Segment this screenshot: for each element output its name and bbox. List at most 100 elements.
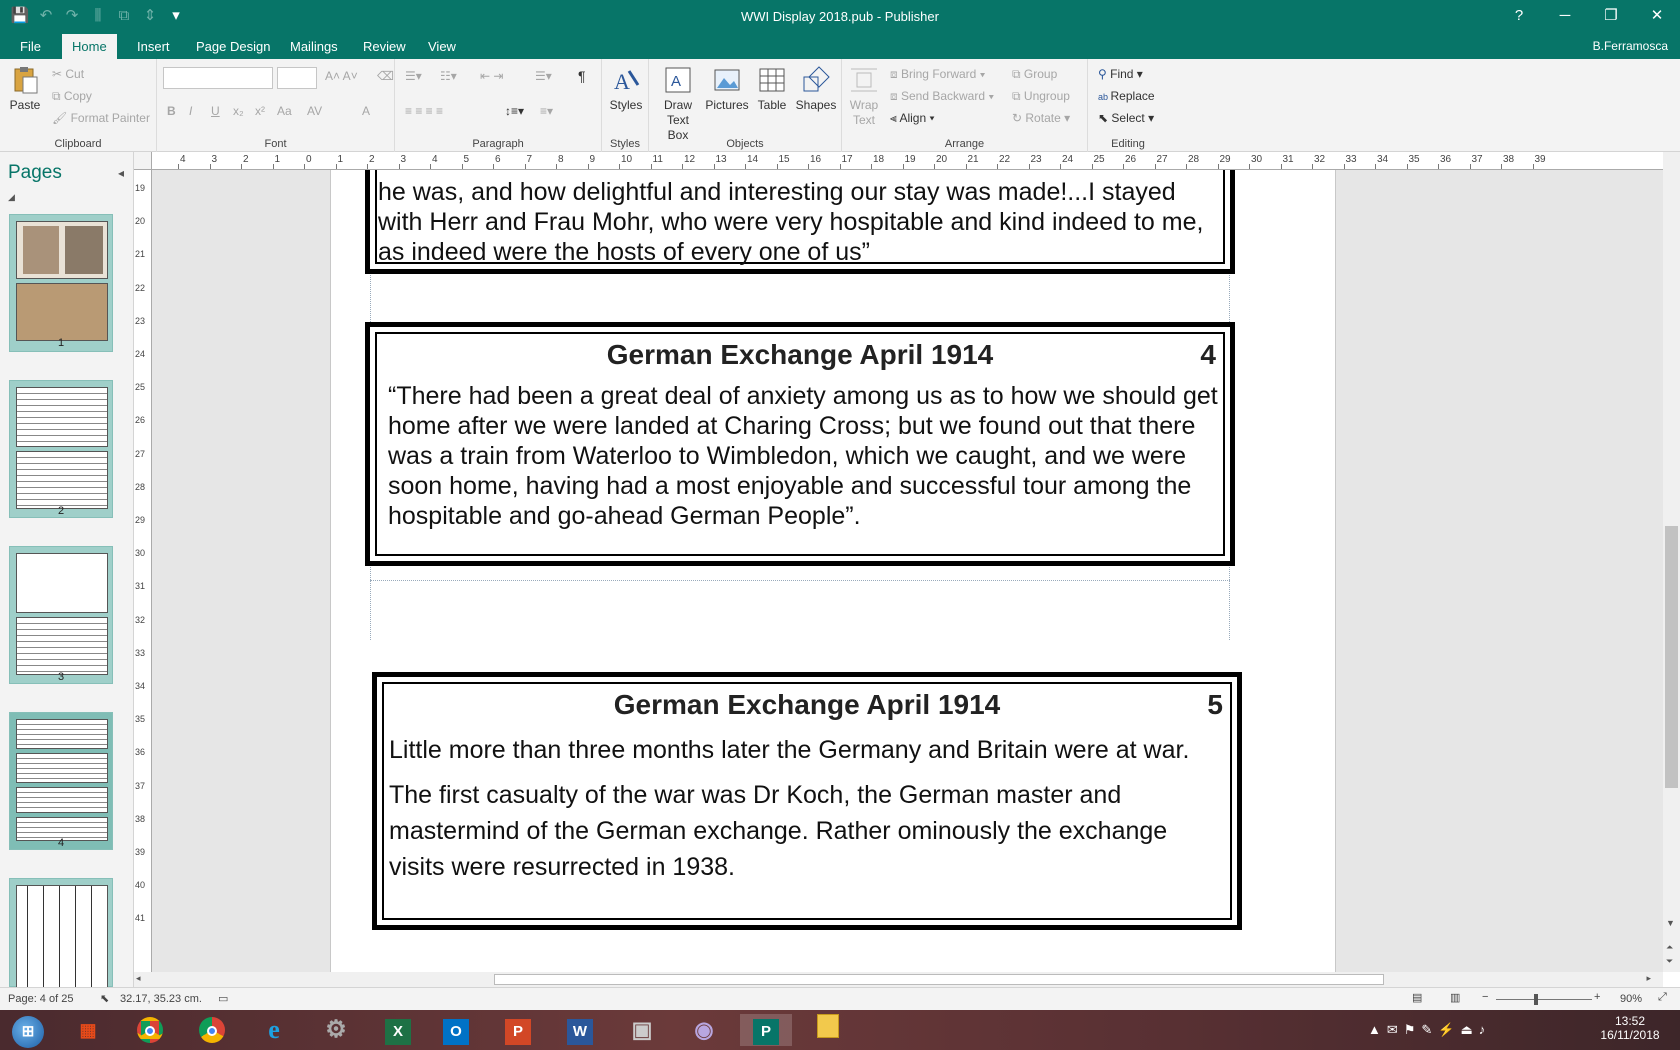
zoom-slider-thumb[interactable] (1534, 994, 1538, 1005)
indent-icon[interactable]: ⇤ ⇥ (480, 69, 503, 83)
italic-button[interactable]: I (189, 104, 192, 118)
character-spacing-button[interactable]: AV (307, 104, 322, 118)
chrome-icon[interactable] (124, 1014, 176, 1046)
user-name[interactable]: B.Ferramosca (1593, 39, 1668, 53)
horizontal-ruler[interactable]: 4 3 2 1 0 1 2 3 4 5 6 7 8 9 10 11 12 13 14 15 16 17 18 19 20 21 22… (152, 152, 1663, 170)
zoom-level[interactable]: 90% (1620, 993, 1642, 1005)
media-icon[interactable]: ◉ (678, 1014, 730, 1046)
page-thumbnail-selected[interactable]: 4 (9, 712, 113, 850)
page-thumbnail[interactable] (9, 878, 113, 988)
shapes-button[interactable]: Shapes (795, 65, 837, 113)
cut-button[interactable]: ✂ Cut (52, 67, 84, 81)
app-grid-icon[interactable]: ▦ (62, 1014, 114, 1046)
document-canvas[interactable]: he was, and how delightful and interesti… (152, 170, 1663, 972)
text-frame-4[interactable]: German Exchange April 1914 4 “There had … (365, 322, 1235, 566)
tab-mailings[interactable]: Mailings (280, 34, 348, 59)
scroll-down-icon[interactable]: ▼ (1666, 918, 1675, 928)
ruler-tick-label: 18 (873, 154, 885, 165)
select-button[interactable]: ⬉ Select ▾ (1098, 111, 1154, 125)
chrome-icon[interactable] (186, 1014, 238, 1046)
align-button[interactable]: ⫷ Align ▾ (890, 111, 935, 126)
horizontal-scrollbar[interactable]: ◂ ▸ (134, 972, 1663, 987)
page-thumbnail[interactable]: 1 (9, 214, 113, 352)
tab-review[interactable]: Review (353, 34, 416, 59)
font-size-box[interactable] (277, 67, 317, 89)
styles-button[interactable]: A Styles (606, 65, 646, 113)
tab-view[interactable]: View (418, 34, 466, 59)
find-button[interactable]: ⚲ Find ▾ (1098, 67, 1143, 81)
scroll-left-icon[interactable]: ◂ (136, 973, 141, 984)
two-page-view-icon[interactable]: ▥ (1450, 991, 1460, 1004)
show-marks-button[interactable]: ¶ (578, 68, 586, 84)
excel-icon[interactable]: X (372, 1014, 424, 1046)
internet-explorer-icon[interactable]: e (248, 1014, 300, 1046)
text-frame-3[interactable]: he was, and how delightful and interesti… (365, 170, 1235, 274)
next-page-icon[interactable]: ⏷ (1666, 956, 1673, 967)
file-explorer-icon[interactable] (802, 1014, 854, 1046)
change-case-button[interactable]: Aa (277, 104, 292, 118)
columns-icon[interactable]: ☰▾ (535, 69, 552, 83)
send-backward-button[interactable]: ⧈ Send Backward ▾ (890, 89, 994, 104)
tab-insert[interactable]: Insert (127, 34, 180, 59)
rotate-button[interactable]: ↻ Rotate ▾ (1012, 111, 1070, 125)
text-frame-5[interactable]: German Exchange April 1914 5 Little more… (372, 672, 1242, 930)
previous-page-icon[interactable]: ⏶ (1666, 942, 1673, 953)
settings-icon[interactable]: ⚙ (310, 1014, 362, 1046)
fit-page-icon[interactable]: ⤢ (1658, 991, 1667, 1004)
bold-button[interactable]: B (167, 104, 176, 118)
publication-page[interactable]: he was, and how delightful and interesti… (330, 170, 1336, 972)
tray-icons[interactable]: ▲✉⚑✎⚡⏏♪ (1368, 1022, 1491, 1038)
page-indicator[interactable]: Page: 4 of 25 (8, 993, 73, 1005)
font-name-box[interactable] (163, 67, 273, 89)
format-painter-button[interactable]: 🖌 Format Painter (52, 111, 150, 125)
numbering-icon[interactable]: ☷▾ (440, 69, 457, 83)
arrange-group: Wrap Text ⧈ Bring Forward ▾ ⧈ Send Backwa… (842, 59, 1088, 152)
ungroup-button[interactable]: ⧉ Ungroup (1012, 89, 1070, 104)
tab-home[interactable]: Home (62, 34, 117, 59)
vertical-scrollbar[interactable]: ▼ ⏶ ⏷ (1663, 152, 1680, 972)
zoom-out-icon[interactable]: − (1482, 991, 1488, 1003)
help-button[interactable]: ? (1496, 0, 1542, 34)
tab-page-design[interactable]: Page Design (186, 34, 280, 59)
word-icon[interactable]: W (554, 1014, 606, 1046)
single-page-view-icon[interactable]: ▤ (1412, 991, 1422, 1004)
superscript-button[interactable]: x² (255, 104, 265, 118)
tab-file[interactable]: File (10, 34, 51, 59)
table-button[interactable]: Table (753, 65, 791, 113)
underline-button[interactable]: U (211, 104, 220, 118)
draw-text-box-button[interactable]: A Draw Text Box (655, 65, 701, 143)
clear-format-icon[interactable]: ⌫ (377, 69, 394, 83)
scroll-thumb[interactable] (1665, 526, 1678, 788)
restore-button[interactable]: ❐ (1588, 0, 1634, 34)
page-thumbnail[interactable]: 3 (9, 546, 113, 684)
camera-icon[interactable]: ▣ (616, 1014, 668, 1046)
pictures-button[interactable]: Pictures (705, 65, 749, 113)
close-button[interactable]: ✕ (1634, 0, 1680, 34)
paste-button[interactable]: Paste (8, 65, 42, 113)
scroll-right-icon[interactable]: ▸ (1646, 973, 1651, 984)
vertical-ruler[interactable]: 19 20 21 22 23 24 25 26 27 28 29 30 31 32 33 34 35 36 37 38… (134, 170, 152, 972)
scroll-thumb[interactable] (494, 974, 1384, 985)
powerpoint-icon[interactable]: P (492, 1014, 544, 1046)
grow-font-icon[interactable]: A˄ A˅ (325, 69, 358, 83)
outlook-icon[interactable]: O (430, 1014, 482, 1046)
zoom-slider[interactable] (1496, 999, 1592, 1000)
start-button[interactable]: ⊞ (4, 1014, 52, 1048)
publisher-icon[interactable]: P (740, 1014, 792, 1046)
replace-button[interactable]: ab Replace (1098, 89, 1155, 103)
align-text-icons[interactable]: ≡ ≡ ≡ ≡ (405, 104, 443, 118)
wrap-text-button[interactable]: Wrap Text (844, 65, 884, 128)
subscript-button[interactable]: x₂ (233, 104, 244, 118)
minimize-button[interactable]: ─ (1542, 0, 1588, 34)
paragraph-spacing-icon[interactable]: ≡▾ (540, 104, 553, 118)
font-color-button[interactable]: A (362, 104, 370, 118)
line-spacing-icon[interactable]: ↕≡▾ (505, 104, 524, 118)
clock[interactable]: 13:52 16/11/2018 (1594, 1014, 1666, 1042)
copy-button[interactable]: ⧉ Copy (52, 89, 92, 104)
zoom-in-icon[interactable]: + (1594, 991, 1600, 1003)
bring-forward-button[interactable]: ⧈ Bring Forward ▾ (890, 67, 986, 82)
page-thumbnail[interactable]: 2 (9, 380, 113, 518)
bullets-icon[interactable]: ☰▾ (405, 69, 422, 83)
group-button[interactable]: ⧉ Group (1012, 67, 1057, 82)
collapse-pane-icon[interactable]: ◂ (118, 166, 124, 180)
